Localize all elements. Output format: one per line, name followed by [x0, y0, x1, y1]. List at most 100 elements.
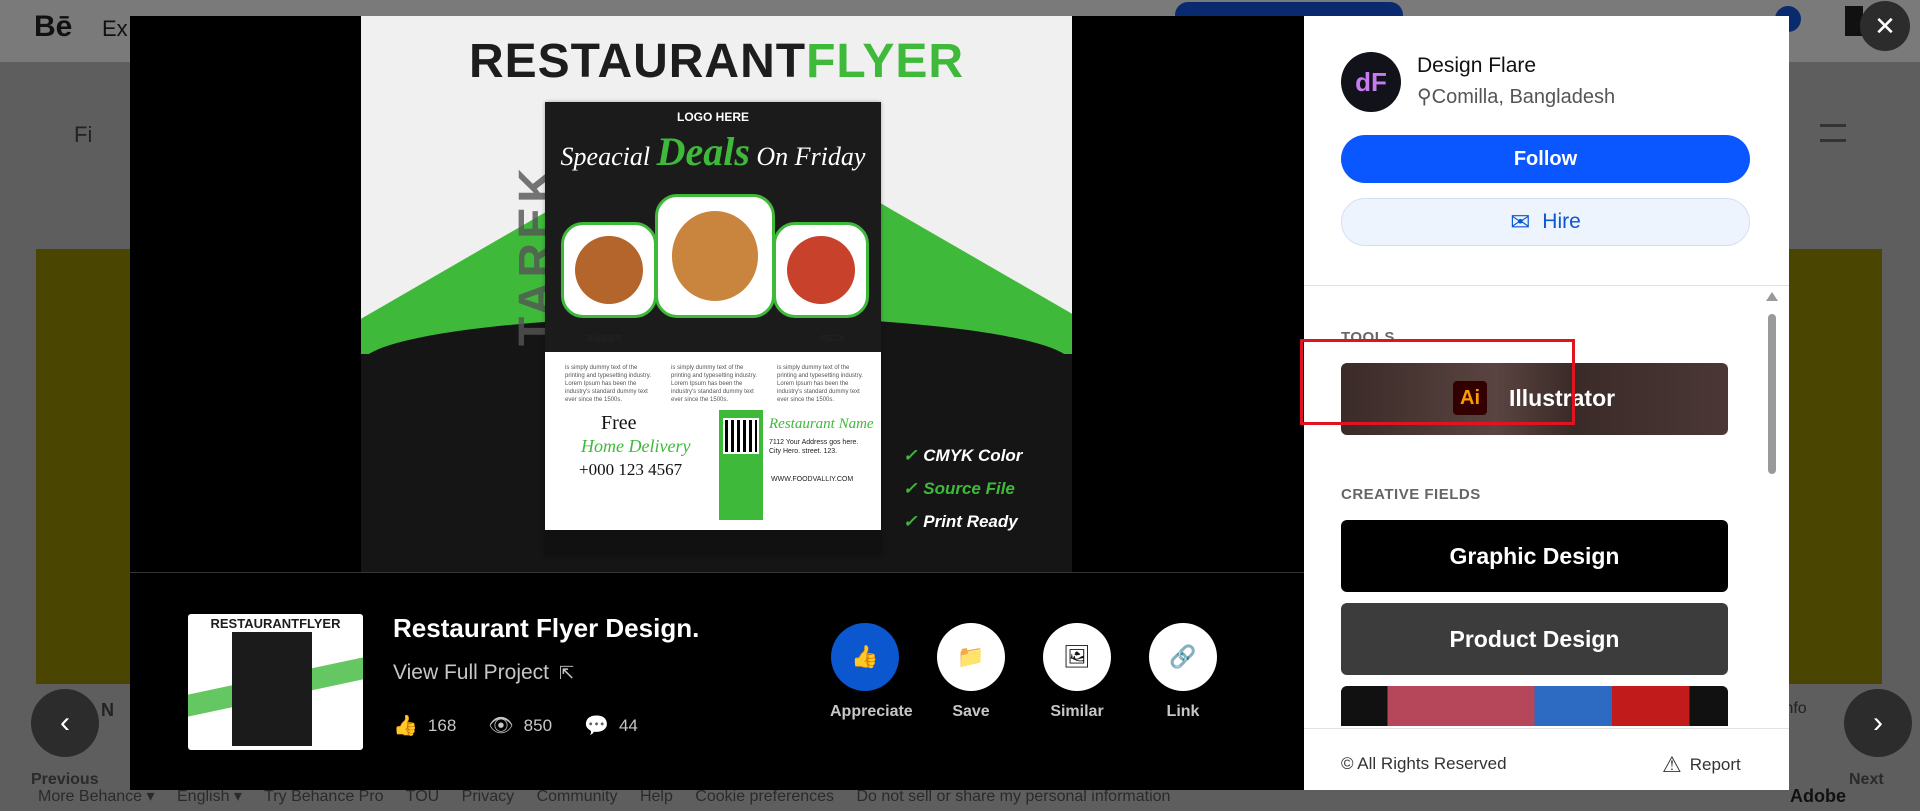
chevron-left-icon: ‹ — [60, 706, 70, 739]
pizza-photo — [773, 222, 869, 318]
report-label: Report — [1689, 755, 1741, 774]
headline-pre: Speacial — [560, 142, 651, 171]
link-label: Link — [1166, 703, 1200, 720]
feature-text: Print Ready — [923, 512, 1018, 531]
owner-name[interactable]: Design Flare — [1417, 54, 1536, 78]
comment-count: 44 — [618, 715, 638, 735]
side-panel-scrollbar[interactable] — [1766, 292, 1778, 720]
burger-photo — [561, 222, 657, 318]
comment-icon: 💬 — [584, 715, 609, 737]
delivery-text: Home Delivery — [581, 436, 691, 456]
eye-icon: 👁 — [488, 715, 514, 737]
creative-field-product-design[interactable]: Product Design — [1341, 603, 1728, 675]
food-label: PIZZA — [821, 334, 845, 343]
view-count: 850 — [523, 715, 553, 735]
project-image-viewer: RESTAURANTFLYER TAREK LOGO HERE Speacial… — [130, 16, 1304, 572]
project-thumbnail[interactable]: RESTAURANTFLYER — [188, 614, 363, 750]
filter-button: Fi — [74, 122, 93, 147]
flyer-headline: Speacial Deals On Friday — [545, 128, 881, 175]
creative-field-graphic-design[interactable]: Graphic Design — [1341, 520, 1728, 592]
food-label: BURGER — [587, 334, 622, 343]
similar-label: Similar — [1050, 703, 1104, 720]
qr-code-icon — [723, 418, 759, 454]
image-icon[interactable]: 🖼 — [1043, 623, 1111, 691]
check-icon: ✓ — [903, 479, 918, 498]
save-button[interactable]: 📁 Save — [936, 623, 1006, 721]
phone-number: +000 123 4567 — [579, 460, 683, 479]
feature-item: ✓ Source File — [903, 479, 1022, 499]
chicken-photo — [655, 194, 775, 318]
flyer-title-part2: FLYER — [806, 35, 965, 88]
creative-fields-heading: CREATIVE FIELDS — [1341, 486, 1481, 503]
copyright-text: © All Rights Reserved — [1341, 754, 1507, 773]
thumbs-up-icon[interactable]: 👍 — [831, 623, 899, 691]
footer-link: Do not sell or share my personal informa… — [856, 788, 1171, 805]
logo-placeholder: LOGO HERE — [676, 110, 749, 124]
restaurant-address: 7112 Your Address gos here. City Hero. s… — [769, 439, 859, 455]
footer-link: Cookie preferences — [695, 788, 835, 805]
explore-link: Ex — [102, 16, 128, 41]
feature-text: Source File — [923, 479, 1015, 498]
torn-edge — [545, 530, 881, 556]
footer-link: Try Behance Pro — [264, 788, 384, 805]
footer-adobe-brand: Adobe — [1790, 786, 1846, 806]
feature-text: CMYK Color — [923, 446, 1023, 465]
report-button[interactable]: ⚠ Report — [1662, 752, 1741, 778]
next-label: Next — [1849, 771, 1884, 788]
footer-link: More Behance ▾ — [38, 788, 155, 805]
location-pin-icon: ⚲ — [1417, 86, 1432, 108]
appreciate-label: Appreciate — [830, 703, 913, 720]
thumbnail-paper — [232, 632, 312, 746]
free-text: Free — [601, 412, 637, 434]
hire-button[interactable]: ✉ Hire — [1341, 198, 1750, 246]
check-icon: ✓ — [903, 512, 918, 531]
folder-icon[interactable]: 📁 — [937, 623, 1005, 691]
project-title: Restaurant Flyer Design. — [393, 613, 700, 643]
link-button[interactable]: 🔗 Link — [1148, 623, 1218, 721]
headline-post: On Friday — [756, 142, 866, 171]
appreciate-button[interactable]: 👍 Appreciate — [830, 623, 913, 721]
background-card — [1788, 249, 1882, 684]
footer-link: Community — [536, 788, 618, 805]
next-button[interactable]: › — [1844, 689, 1912, 757]
appreciation-count: 168 — [427, 715, 457, 735]
previous-button[interactable]: ‹ — [31, 689, 99, 757]
divider — [1304, 728, 1789, 729]
close-icon: ✕ — [1874, 10, 1896, 41]
view-full-project-link[interactable]: View Full Project ⇱ — [393, 661, 574, 685]
paper-bottom: Free Home Delivery +000 123 4567 Restaur… — [545, 402, 881, 556]
project-stats: 👍 168 👁 850 💬 44 — [393, 713, 638, 738]
scrollbar-thumb[interactable] — [1768, 314, 1776, 474]
creative-field-card-partial[interactable] — [1341, 686, 1728, 726]
check-icon: ✓ — [903, 446, 918, 465]
flyer-image[interactable]: RESTAURANTFLYER TAREK LOGO HERE Speacial… — [361, 16, 1072, 572]
thumbnail-title: RESTAURANTFLYER — [210, 616, 341, 631]
dummy-text: is simply dummy text of the printing and… — [777, 365, 863, 403]
footer-link: English ▾ — [177, 788, 242, 805]
dummy-text: is simply dummy text of the printing and… — [671, 365, 757, 403]
owner-avatar[interactable]: dF — [1341, 52, 1401, 112]
dummy-text: is simply dummy text of the printing and… — [565, 365, 651, 403]
headline-deals: Deals — [656, 129, 750, 174]
thumbs-up-icon: 👍 — [393, 715, 418, 737]
divider — [1304, 285, 1789, 286]
chevron-right-icon: › — [1873, 706, 1883, 739]
hire-label: Hire — [1542, 210, 1581, 233]
follow-button[interactable]: Follow — [1341, 135, 1750, 183]
previous-label: Previous — [31, 771, 99, 788]
similar-button[interactable]: 🖼 Similar — [1042, 623, 1112, 721]
scroll-up-arrow-icon[interactable] — [1766, 292, 1778, 301]
flyer-title-part1: RESTAURANT — [468, 35, 807, 88]
tool-highlight-box — [1300, 339, 1575, 425]
owner-location: ⚲Comilla, Bangladesh — [1417, 84, 1615, 109]
flyer-title: RESTAURANTFLYER — [361, 34, 1072, 89]
background-card — [36, 249, 130, 684]
flyer-paper: LOGO HERE Speacial Deals On Friday BURGE… — [545, 102, 881, 556]
close-button[interactable]: ✕ — [1860, 1, 1910, 51]
footer-link: Help — [639, 788, 673, 805]
owner-location-text: Comilla, Bangladesh — [1431, 86, 1616, 108]
link-icon[interactable]: 🔗 — [1149, 623, 1217, 691]
footer-link: Privacy — [461, 788, 515, 805]
feature-item: ✓ CMYK Color — [903, 446, 1022, 466]
restaurant-name: Restaurant Name — [769, 416, 874, 432]
